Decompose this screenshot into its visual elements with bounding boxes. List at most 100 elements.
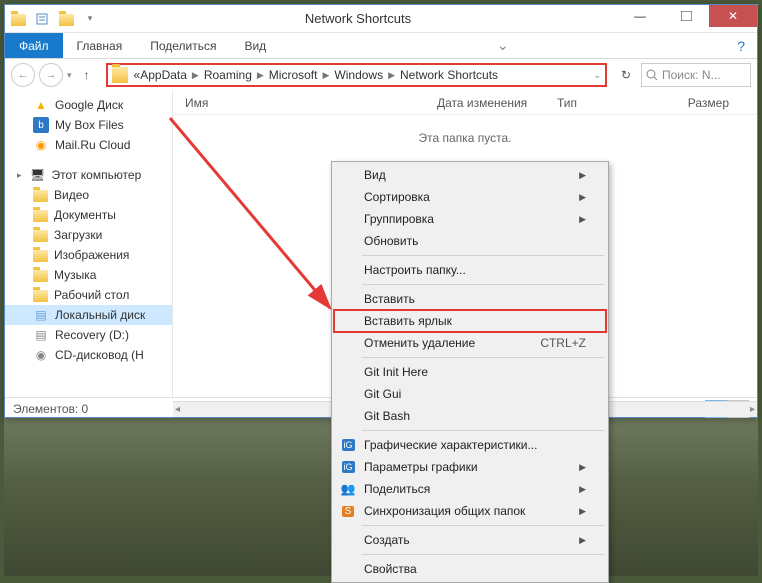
breadcrumb-item[interactable]: Network Shortcuts [400, 68, 498, 82]
ctx-item[interactable]: Настроить папку... [334, 259, 606, 281]
submenu-icon: ▶ [579, 170, 586, 181]
ctx-label: Сортировка [364, 190, 430, 204]
ctx-label: Синхронизация общих папок [364, 504, 525, 518]
open-folder-icon[interactable] [57, 10, 75, 28]
item-count: Элементов: 0 [13, 402, 88, 416]
col-date: Дата изменения [437, 96, 557, 110]
ribbon-expand-icon[interactable]: ⌄ [485, 37, 521, 54]
ribbon-tabs: Файл Главная Поделиться Вид ⌄ ? [5, 33, 757, 59]
tab-share[interactable]: Поделиться [136, 33, 230, 58]
sidebar-item-downloads[interactable]: Загрузки [5, 225, 172, 245]
ctx-item[interactable]: Отменить удалениеCTRL+Z [334, 332, 606, 354]
ctx-separator [362, 284, 604, 285]
ctx-item[interactable]: Вставить [334, 288, 606, 310]
sidebar-item-videos[interactable]: Видео [5, 185, 172, 205]
help-icon[interactable]: ? [725, 38, 757, 54]
ctx-label: Git Init Here [364, 365, 428, 379]
submenu-icon: ▶ [579, 535, 586, 546]
ctx-item[interactable]: iGГрафические характеристики... [334, 434, 606, 456]
sidebar-item-pictures[interactable]: Изображения [5, 245, 172, 265]
col-name: Имя [185, 96, 437, 110]
intel-icon: iG [340, 459, 356, 475]
sidebar-item-documents[interactable]: Документы [5, 205, 172, 225]
empty-message: Эта папка пуста. [173, 131, 757, 145]
tab-home[interactable]: Главная [63, 33, 137, 58]
sync-icon: S [340, 503, 356, 519]
ctx-separator [362, 554, 604, 555]
context-menu: Вид ▶ Сортировка ▶ Группировка ▶ Обновить Настр… [331, 161, 609, 583]
submenu-icon: ▶ [579, 462, 586, 473]
address-bar[interactable]: « AppData▶ Roaming▶ Microsoft▶ Windows▶ … [106, 63, 607, 87]
ctx-label: Свойства [364, 562, 417, 576]
ctx-item[interactable]: Git Init Here [334, 361, 606, 383]
sidebar-item-this-pc[interactable]: ▸🖥Этот компьютер [5, 165, 172, 185]
back-button[interactable]: ← [11, 63, 35, 87]
sidebar-item-gdrive[interactable]: ▲Google Диск [5, 95, 172, 115]
ctx-item[interactable]: iG Параметры графики ▶ [334, 456, 606, 478]
col-size: Размер [669, 96, 729, 110]
ctx-item[interactable]: Вставить ярлык [334, 310, 606, 332]
ctx-separator [362, 255, 604, 256]
tab-file[interactable]: Файл [5, 33, 63, 58]
breadcrumb-item[interactable]: Microsoft [269, 68, 318, 82]
ctx-item[interactable]: Группировка ▶ [334, 208, 606, 230]
ctx-label: Поделиться [364, 482, 430, 496]
titlebar: ▾ Network Shortcuts — ✕ [5, 5, 757, 33]
sidebar-item-local-disk[interactable]: ▤Локальный диск [5, 305, 172, 325]
submenu-icon: ▶ [579, 214, 586, 225]
ctx-item[interactable]: Свойства [334, 558, 606, 580]
submenu-icon: ▶ [579, 192, 586, 203]
sidebar-item-music[interactable]: Музыка [5, 265, 172, 285]
maximize-button[interactable] [663, 5, 709, 27]
breadcrumb-item[interactable]: Windows [334, 68, 383, 82]
ctx-label: Параметры графики [364, 460, 478, 474]
sidebar-item-mailru[interactable]: ◉Mail.Ru Cloud [5, 135, 172, 155]
minimize-button[interactable]: — [617, 5, 663, 27]
properties-icon[interactable] [33, 10, 51, 28]
ctx-label: Группировка [364, 212, 434, 226]
ctx-item[interactable]: Вид ▶ [334, 164, 606, 186]
ctx-item[interactable]: Git Gui [334, 383, 606, 405]
breadcrumb-item[interactable]: Roaming [204, 68, 252, 82]
breadcrumb-item[interactable]: AppData [140, 68, 187, 82]
breadcrumb-prefix: « [134, 68, 141, 82]
folder-icon [9, 10, 27, 28]
history-chevron-icon[interactable]: ▾ [67, 70, 72, 81]
ctx-label: Настроить папку... [364, 263, 466, 277]
ctx-item[interactable]: S Синхронизация общих папок ▶ [334, 500, 606, 522]
qat-chevron-icon[interactable]: ▾ [81, 10, 99, 28]
ctx-separator [362, 525, 604, 526]
sidebar-item-box[interactable]: bMy Box Files [5, 115, 172, 135]
ctx-item[interactable]: Git Bash [334, 405, 606, 427]
forward-button[interactable]: → [39, 63, 63, 87]
navbar: ← → ▾ ↑ « AppData▶ Roaming▶ Microsoft▶ W… [5, 59, 757, 91]
sidebar-item-cd[interactable]: ◉CD-дисковод (H [5, 345, 172, 365]
ctx-label: Git Gui [364, 387, 401, 401]
ctx-item[interactable]: 👥 Поделиться ▶ [334, 478, 606, 500]
ctx-label: Вид [364, 168, 386, 182]
tab-view[interactable]: Вид [230, 33, 280, 58]
refresh-button[interactable]: ↻ [615, 64, 637, 86]
up-button[interactable]: ↑ [76, 64, 98, 86]
ctx-label: Обновить [364, 234, 418, 248]
sidebar-item-desktop[interactable]: Рабочий стол [5, 285, 172, 305]
ctx-separator [362, 430, 604, 431]
share-icon: 👥 [340, 481, 356, 497]
submenu-icon: ▶ [579, 506, 586, 517]
close-button[interactable]: ✕ [709, 5, 757, 27]
sidebar: ▲Google Диск bMy Box Files ◉Mail.Ru Clou… [5, 91, 173, 397]
column-headers[interactable]: Имя Дата изменения Тип Размер [173, 91, 757, 115]
sidebar-item-recovery[interactable]: ▤Recovery (D:) [5, 325, 172, 345]
ctx-item[interactable]: Обновить [334, 230, 606, 252]
window-title: Network Shortcuts [99, 11, 617, 26]
ctx-item[interactable]: Создать ▶ [334, 529, 606, 551]
ctx-label: Git Bash [364, 409, 410, 423]
ctx-label: Создать [364, 533, 410, 547]
ctx-item[interactable]: Сортировка ▶ [334, 186, 606, 208]
ctx-label: Графические характеристики... [364, 438, 537, 452]
ctx-shortcut: CTRL+Z [540, 336, 586, 350]
addr-chevron-icon[interactable]: ⌄ [593, 70, 601, 81]
submenu-icon: ▶ [579, 484, 586, 495]
search-input[interactable]: Поиск: N... [641, 63, 751, 87]
folder-icon [112, 67, 128, 83]
